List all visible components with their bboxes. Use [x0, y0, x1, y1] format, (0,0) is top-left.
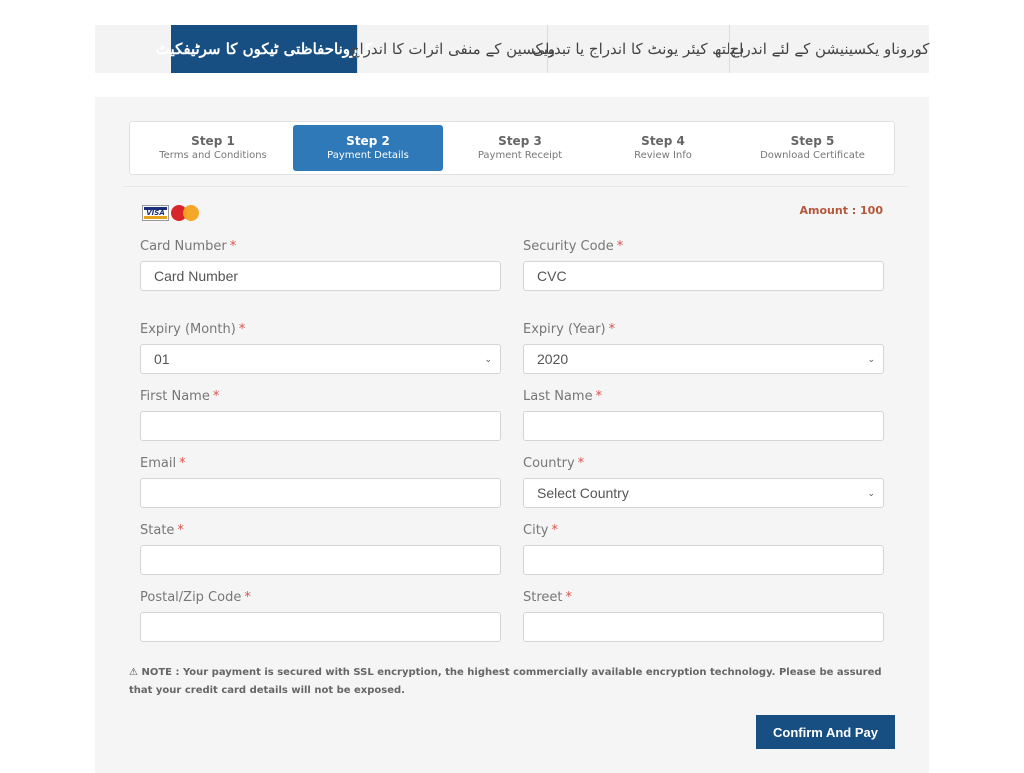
expiry-year-value: 2020 [537, 351, 569, 367]
step-payment-details[interactable]: Step 2 Payment Details [293, 125, 443, 171]
security-code-label: Security Code * [523, 239, 624, 254]
street-field: Street * [523, 589, 884, 642]
city-field: City * [523, 522, 884, 575]
postal-code-label: Postal/Zip Code * [140, 590, 251, 605]
email-field: Email * [140, 455, 501, 508]
step-review-info[interactable]: Step 4 Review Info [598, 125, 728, 171]
city-label: City * [523, 523, 558, 538]
mastercard-icon [171, 205, 201, 221]
visa-text: VISA [146, 209, 165, 217]
security-code-field: Security Code * CVC [523, 238, 884, 291]
step-label: Payment Details [327, 149, 409, 161]
country-field: Country * Select Country ⌄ [523, 455, 884, 508]
first-name-field: First Name * [140, 388, 501, 441]
security-note: ⚠ NOTE : Your payment is secured with SS… [129, 664, 889, 700]
state-field: State * [140, 522, 501, 575]
tab-healthcare-unit-registration[interactable]: ہیلتھ کیئر یونٹ کا اندراج یا تبدیلی [532, 25, 745, 73]
expiry-month-label: Expiry (Month) * [140, 322, 246, 337]
expiry-year-label: Expiry (Year) * [523, 322, 616, 337]
country-value: Select Country [537, 485, 629, 501]
step-label: Review Info [634, 149, 692, 161]
tab-vaccination-registration[interactable]: کوروناو یکسینیشن کے لئے اندراج [729, 25, 929, 73]
amount-label: Amount : 100 [799, 204, 883, 217]
email-input[interactable] [140, 478, 501, 508]
stepper: Step 1 Terms and Conditions Step 2 Payme… [129, 121, 895, 175]
step-number: Step 1 [191, 133, 235, 148]
country-select[interactable]: Select Country ⌄ [523, 478, 884, 508]
expiry-month-value: 01 [154, 351, 170, 367]
chevron-down-icon: ⌄ [867, 488, 875, 498]
card-number-label: Card Number * [140, 239, 237, 254]
expiry-year-select[interactable]: 2020 ⌄ [523, 344, 884, 374]
last-name-label: Last Name * [523, 389, 603, 404]
card-number-field: Card Number * Card Number [140, 238, 501, 291]
step-label: Download Certificate [760, 149, 865, 161]
street-label: Street * [523, 590, 573, 605]
step-label: Payment Receipt [477, 149, 563, 161]
first-name-input[interactable] [140, 411, 501, 441]
step-number: Step 5 [790, 133, 835, 148]
last-name-field: Last Name * [523, 388, 884, 441]
card-number-input[interactable]: Card Number [140, 261, 501, 291]
step-label: Terms and Conditions [159, 149, 267, 161]
top-navigation: کوروناو یکسینیشن کے لئے اندراج ہیلتھ کیئ… [95, 25, 929, 73]
state-input[interactable] [140, 545, 501, 575]
step-download-certificate[interactable]: Step 5 Download Certificate [730, 125, 895, 171]
step-number: Step 2 [346, 133, 390, 148]
street-input[interactable] [523, 612, 884, 642]
tab-adverse-effects-registration[interactable]: ویکسین کے منفی اثرات کا اندراج [350, 25, 555, 73]
postal-code-input[interactable] [140, 612, 501, 642]
first-name-label: First Name * [140, 389, 220, 404]
step-payment-receipt[interactable]: Step 3 Payment Receipt [445, 125, 595, 171]
country-label: Country * [523, 456, 585, 471]
divider [123, 186, 908, 187]
expiry-month-field: Expiry (Month) * 01 ⌄ [140, 321, 501, 374]
expiry-year-field: Expiry (Year) * 2020 ⌄ [523, 321, 884, 374]
step-number: Step 3 [498, 133, 542, 148]
postal-code-field: Postal/Zip Code * [140, 589, 501, 642]
chevron-down-icon: ⌄ [867, 354, 875, 364]
email-label: Email * [140, 456, 186, 471]
security-note-text: NOTE : Your payment is secured with SSL … [129, 667, 882, 696]
last-name-input[interactable] [523, 411, 884, 441]
city-input[interactable] [523, 545, 884, 575]
chevron-down-icon: ⌄ [484, 354, 492, 364]
step-terms-and-conditions[interactable]: Step 1 Terms and Conditions [138, 125, 288, 171]
tab-vaccination-certificate[interactable]: کوروناحفاظتی ٹیکوں کا سرٹیفکیٹ [156, 25, 372, 73]
expiry-month-select[interactable]: 01 ⌄ [140, 344, 501, 374]
step-number: Step 4 [641, 133, 685, 148]
warning-icon: ⚠ [129, 667, 138, 678]
visa-icon: VISA [142, 205, 169, 221]
accepted-cards: VISA [142, 205, 201, 221]
state-label: State * [140, 523, 184, 538]
payment-panel: Step 1 Terms and Conditions Step 2 Payme… [95, 97, 929, 773]
security-code-input[interactable]: CVC [523, 261, 884, 291]
confirm-and-pay-button[interactable]: Confirm And Pay [756, 715, 895, 749]
